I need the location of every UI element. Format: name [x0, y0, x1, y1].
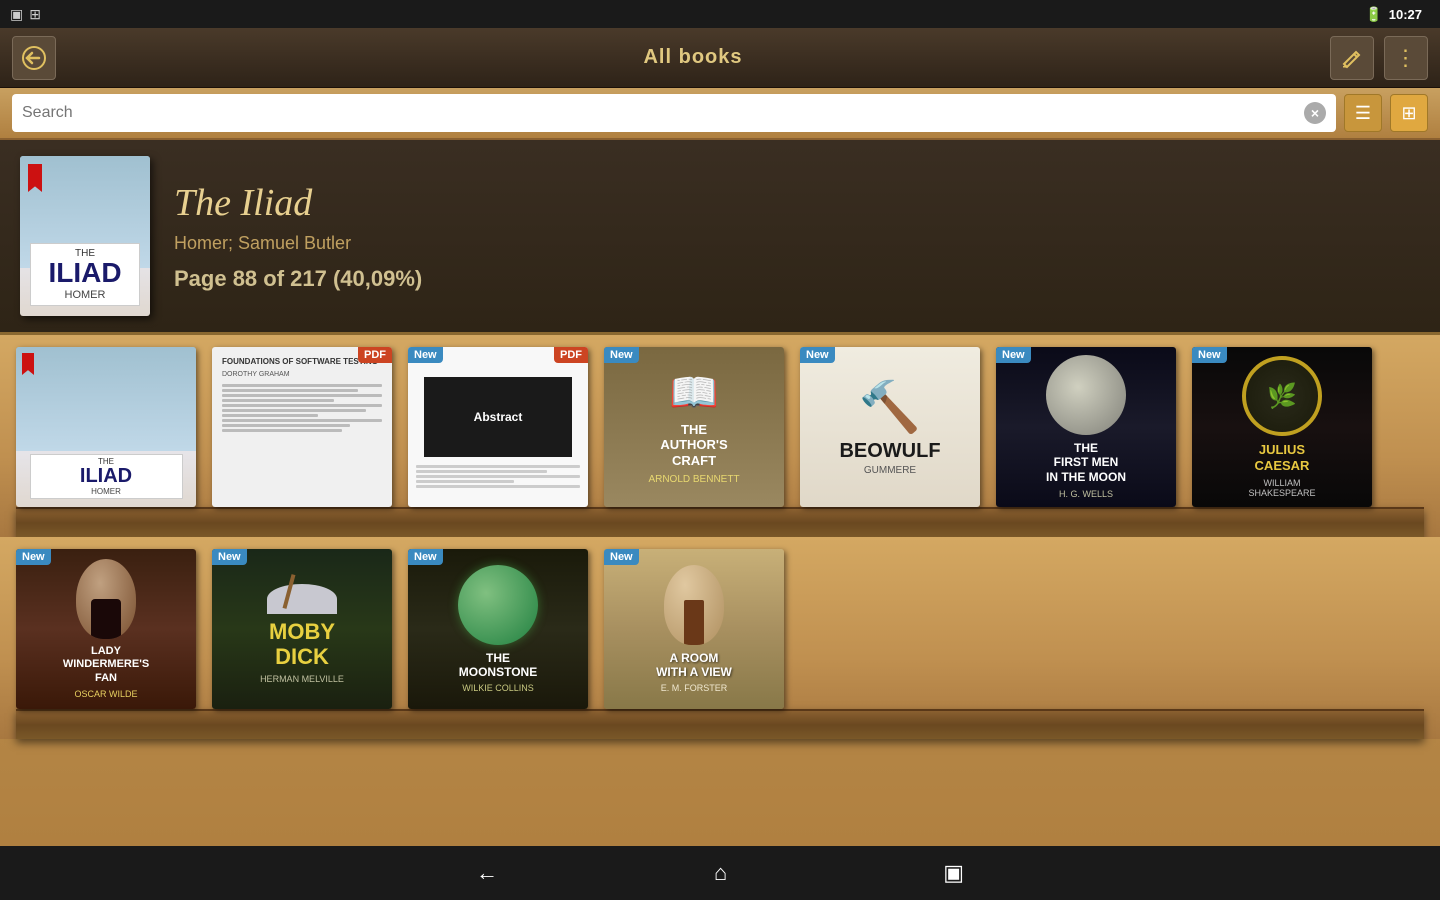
- search-input[interactable]: [22, 104, 1304, 122]
- nav-bar: ← ⌂ ▣: [0, 846, 1440, 900]
- menu-dots-icon: ⋮: [1395, 45, 1418, 71]
- signal-icon: ⊞: [29, 6, 41, 23]
- pdf-badge: PDF: [358, 347, 392, 363]
- list-icon: ☰: [1355, 103, 1371, 124]
- edit-button[interactable]: [1330, 36, 1374, 80]
- grid-view-button[interactable]: ⊞: [1390, 94, 1428, 132]
- search-bar: × ☰ ⊞: [0, 88, 1440, 140]
- status-icons-right: 🔋 10:27: [1365, 6, 1430, 23]
- book-first-men[interactable]: New THEFIRST MENIN THE MOON H. G. WELLS: [996, 347, 1176, 507]
- status-time: 10:27: [1389, 7, 1422, 22]
- back-icon: [21, 45, 47, 71]
- book-cover-beowulf: New 🔨 BEOWULF GUMMERE: [800, 347, 980, 507]
- new-badge-lady: New: [16, 549, 51, 565]
- book-iliad[interactable]: THE ILIAD HOMER: [16, 347, 196, 507]
- shelf-row-2: New LADYWINDERMERE'SFAN OSCAR WILDE New: [0, 537, 1440, 739]
- laurel-icon: 🌿: [1242, 356, 1322, 436]
- book-authors-craft[interactable]: New 📖 THEAUTHOR'SCRAFT ARNOLD BENNETT: [604, 347, 784, 507]
- search-wrapper[interactable]: ×: [12, 94, 1336, 132]
- new-badge-moonstone: New: [408, 549, 443, 565]
- pdf-badge-2: PDF: [554, 347, 588, 363]
- new-badge-pdf2: New: [408, 347, 443, 363]
- book-pdf-foundations[interactable]: PDF FOUNDATIONS OF SOFTWARE TESTING DORO…: [212, 347, 392, 507]
- new-badge-julius: New: [1192, 347, 1227, 363]
- nav-home-button[interactable]: ⌂: [706, 852, 735, 894]
- book-moonstone[interactable]: New THEMOONSTONE WILKIE COLLINS: [408, 549, 588, 709]
- wifi-icon: ▣: [10, 6, 23, 23]
- new-badge-authors-craft: New: [604, 347, 639, 363]
- book-cover-julius-caesar: New 🌿 JULIUSCAESAR WILLIAMSHAKESPEARE: [1192, 347, 1372, 507]
- nav-recent-button[interactable]: ▣: [935, 852, 972, 894]
- featured-book-title: The Iliad: [174, 181, 1420, 225]
- new-badge-moby: New: [212, 549, 247, 565]
- status-icons-left: ▣ ⊞: [10, 6, 41, 23]
- list-view-button[interactable]: ☰: [1344, 94, 1382, 132]
- book-cover-lady: New LADYWINDERMERE'SFAN OSCAR WILDE: [16, 549, 196, 709]
- book-cover-first-men: New THEFIRST MENIN THE MOON H. G. WELLS: [996, 347, 1176, 507]
- new-badge-beowulf: New: [800, 347, 835, 363]
- book-pdf-2[interactable]: New PDF Abstract: [408, 347, 588, 507]
- grid-icon: ⊞: [1401, 103, 1416, 124]
- featured-book-banner[interactable]: THE ILIAD HOMER The Iliad Homer; Samuel …: [0, 140, 1440, 335]
- battery-icon: 🔋: [1365, 6, 1382, 23]
- new-badge-first-men: New: [996, 347, 1031, 363]
- edit-icon: [1341, 47, 1363, 69]
- book-cover-room: New A ROOMWITH A VIEW E. M. FORSTER: [604, 549, 784, 709]
- new-badge-room: New: [604, 549, 639, 565]
- book-lady-windermere[interactable]: New LADYWINDERMERE'SFAN OSCAR WILDE: [16, 549, 196, 709]
- search-clear-button[interactable]: ×: [1304, 102, 1326, 124]
- shelf-1-books: THE ILIAD HOMER PDF FOUNDATIONS OF SOFTW…: [16, 347, 1424, 507]
- status-bar: ▣ ⊞ 🔋 10:27: [0, 0, 1440, 28]
- book-moby-dick[interactable]: New MOBYDICK HERMAN MELVILLE: [212, 549, 392, 709]
- book-cover-moonstone: New THEMOONSTONE WILKIE COLLINS: [408, 549, 588, 709]
- featured-book-info: The Iliad Homer; Samuel Butler Page 88 o…: [174, 181, 1420, 292]
- book-cover-iliad: THE ILIAD HOMER: [16, 347, 196, 507]
- toolbar: All books ⋮: [0, 28, 1440, 88]
- toolbar-title: All books: [56, 46, 1330, 69]
- toolbar-actions: ⋮: [1330, 36, 1428, 80]
- nav-back-button[interactable]: ←: [468, 852, 506, 894]
- gem-icon: [458, 565, 538, 645]
- featured-book-cover: THE ILIAD HOMER: [20, 156, 150, 316]
- shelf-2-books: New LADYWINDERMERE'SFAN OSCAR WILDE New: [16, 549, 1424, 709]
- moon-icon: [1046, 355, 1126, 435]
- shelf-row-1: THE ILIAD HOMER PDF FOUNDATIONS OF SOFTW…: [0, 335, 1440, 537]
- book-julius-caesar[interactable]: New 🌿 JULIUSCAESAR WILLIAMSHAKESPEARE: [1192, 347, 1372, 507]
- bookshelf: THE ILIAD HOMER The Iliad Homer; Samuel …: [0, 140, 1440, 846]
- book-cover-authors-craft: New 📖 THEAUTHOR'SCRAFT ARNOLD BENNETT: [604, 347, 784, 507]
- featured-book-progress: Page 88 of 217 (40,09%): [174, 266, 1420, 292]
- back-button[interactable]: [12, 36, 56, 80]
- book-room-view[interactable]: New A ROOMWITH A VIEW E. M. FORSTER: [604, 549, 784, 709]
- book-cover-pdf-2: New PDF Abstract: [408, 347, 588, 507]
- book-cover-pdf-foundations: PDF FOUNDATIONS OF SOFTWARE TESTING DORO…: [212, 347, 392, 507]
- book-cover-moby: New MOBYDICK HERMAN MELVILLE: [212, 549, 392, 709]
- menu-button[interactable]: ⋮: [1384, 36, 1428, 80]
- featured-book-author: Homer; Samuel Butler: [174, 233, 1420, 254]
- book-beowulf[interactable]: New 🔨 BEOWULF GUMMERE: [800, 347, 980, 507]
